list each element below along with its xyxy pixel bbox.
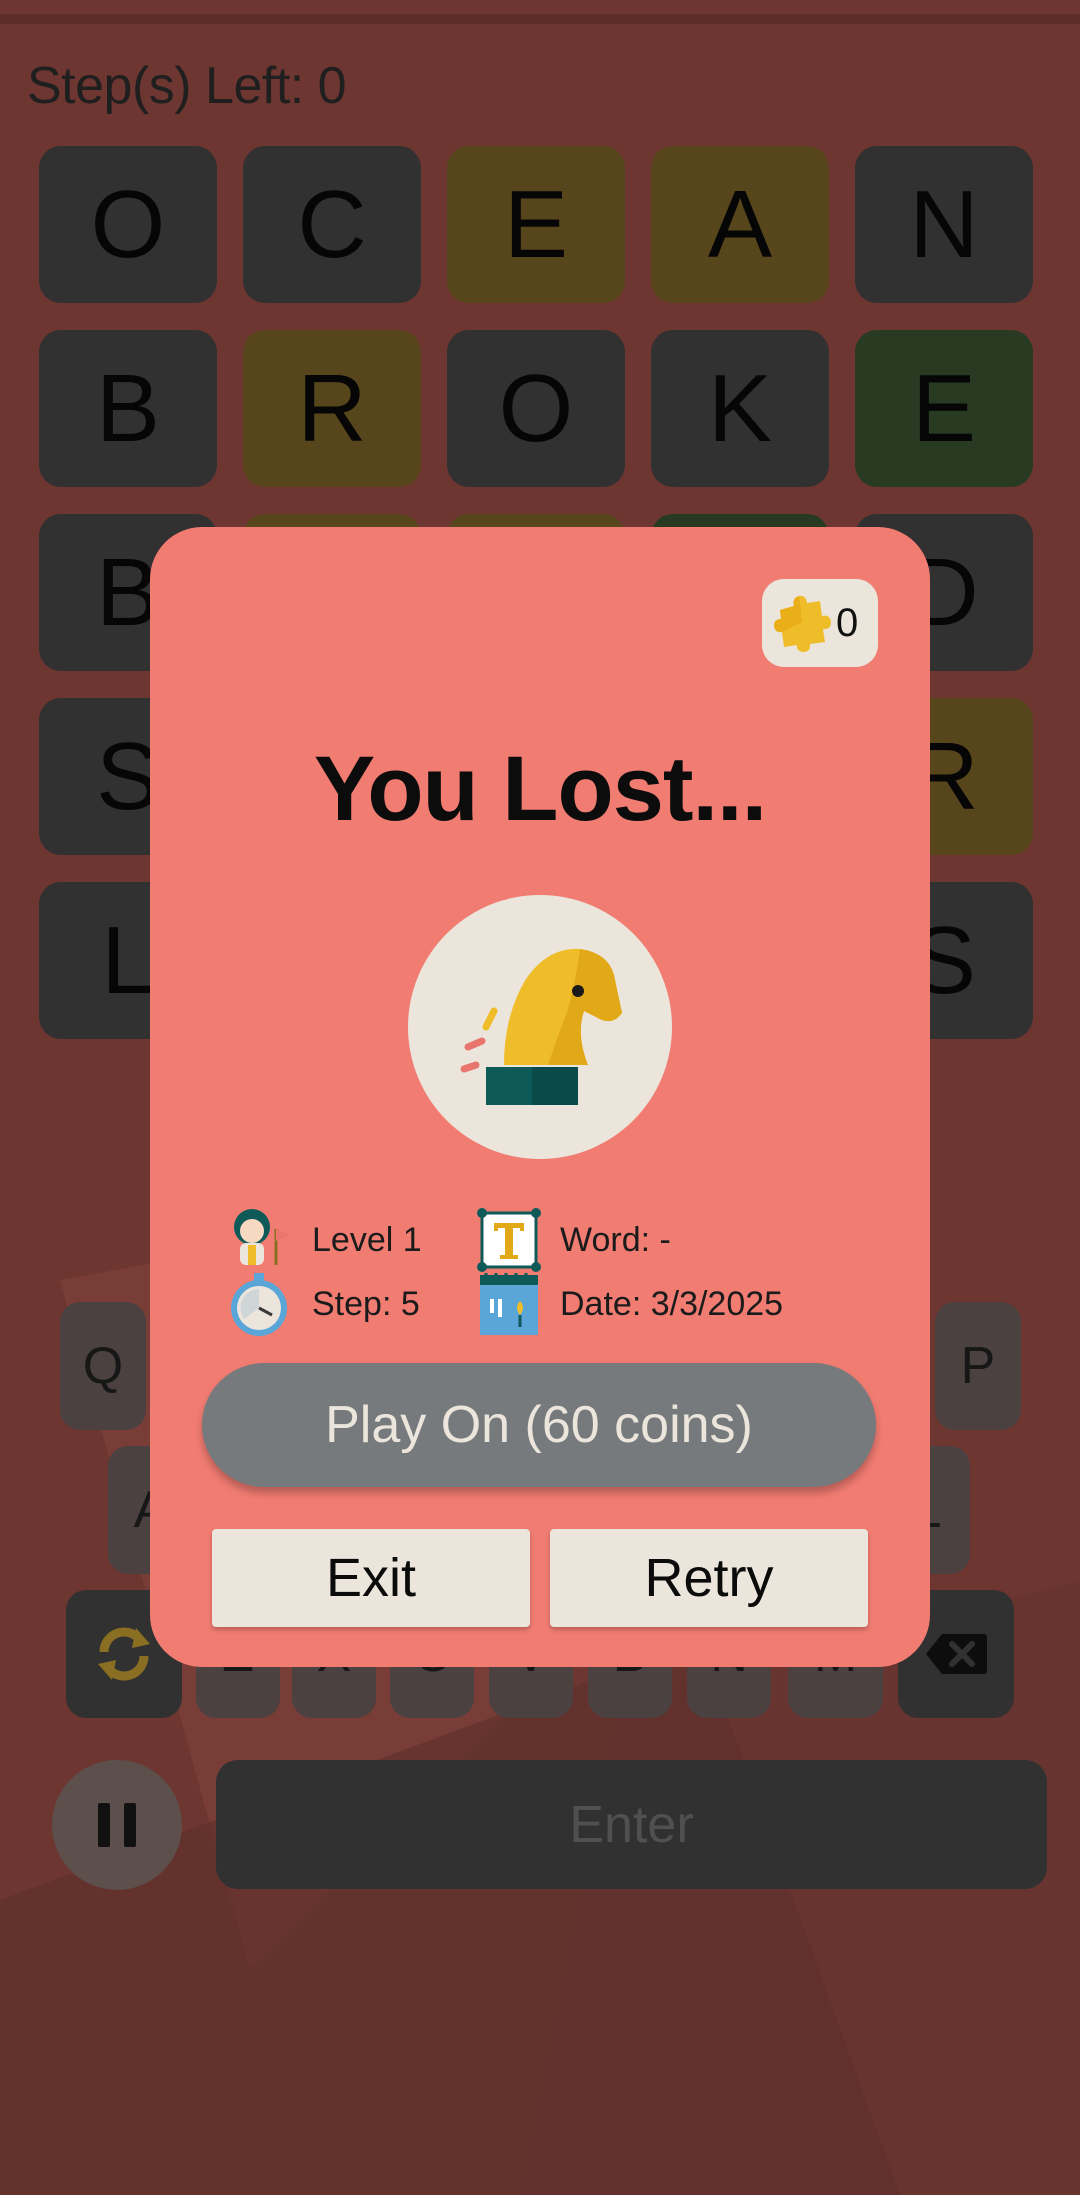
- word-label: Word: -: [560, 1221, 671, 1259]
- pause-icon: [98, 1803, 110, 1847]
- grid-row: B R O K E: [39, 330, 1041, 487]
- play-on-button[interactable]: Play On (60 coins): [202, 1363, 876, 1487]
- level-label: Level 1: [312, 1221, 422, 1259]
- refresh-icon: [98, 1627, 150, 1681]
- grid-tile: R: [243, 330, 421, 487]
- retry-button[interactable]: Retry: [550, 1529, 868, 1627]
- grid-tile: N: [855, 146, 1033, 303]
- enter-button[interactable]: Enter: [216, 1760, 1047, 1889]
- backspace-icon: [926, 1634, 987, 1674]
- grid-tile: C: [243, 146, 421, 303]
- pause-button[interactable]: [52, 1760, 182, 1890]
- knight-chess-icon: [460, 948, 622, 1105]
- coin-badge: 0: [762, 579, 878, 667]
- top-divider: [0, 14, 1080, 24]
- emblem-circle: [408, 895, 672, 1159]
- grid-row: O C E A N: [39, 146, 1041, 303]
- stopwatch-icon: [231, 1273, 287, 1336]
- key-p[interactable]: P: [935, 1302, 1021, 1430]
- grid-tile: K: [651, 330, 829, 487]
- grid-tile: O: [447, 330, 625, 487]
- game-over-dialog: 0 You Lost... Level 1 Step: 5 Word: - Da…: [150, 527, 930, 1667]
- letter-t-icon: [477, 1208, 541, 1272]
- coin-count: 0: [836, 600, 859, 645]
- person-flag-icon: [234, 1209, 290, 1265]
- grid-tile: E: [447, 146, 625, 303]
- dialog-title: You Lost...: [313, 738, 767, 840]
- exit-button[interactable]: Exit: [212, 1529, 530, 1627]
- date-label: Date: 3/3/2025: [560, 1285, 784, 1323]
- calendar-icon: [480, 1273, 538, 1335]
- grid-tile: E: [855, 330, 1033, 487]
- grid-tile: A: [651, 146, 829, 303]
- puzzle-piece-icon: [774, 595, 831, 652]
- steps-left-label: Step(s) Left: 0: [27, 57, 347, 115]
- grid-tile: B: [39, 330, 217, 487]
- grid-tile: O: [39, 146, 217, 303]
- step-label: Step: 5: [312, 1285, 420, 1323]
- key-q[interactable]: Q: [60, 1302, 146, 1430]
